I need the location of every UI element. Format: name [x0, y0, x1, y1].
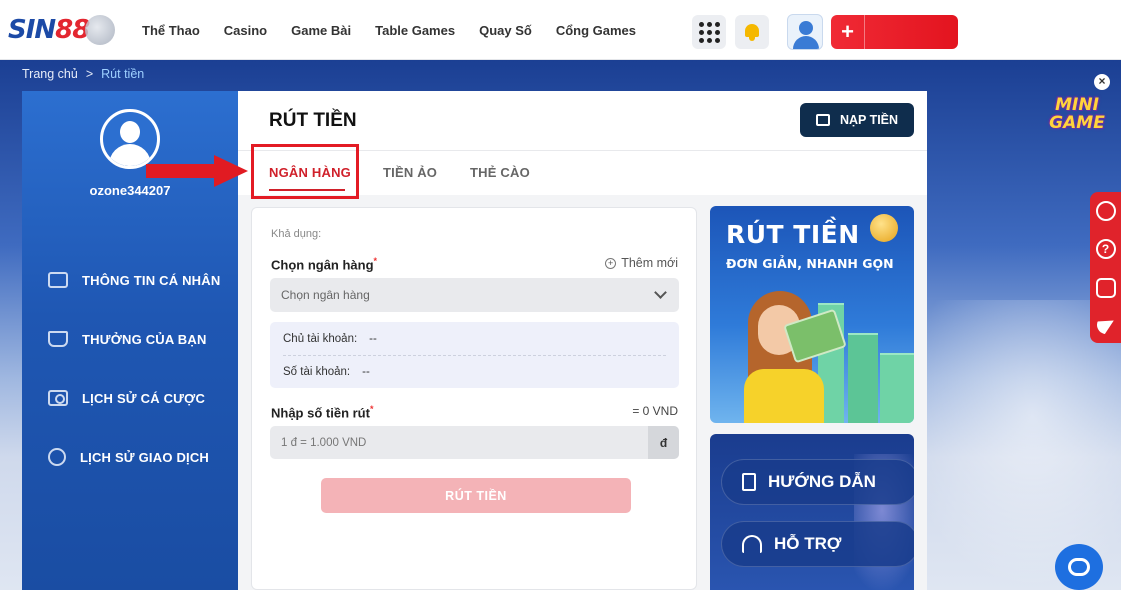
nav-game-bai[interactable]: Game Bài — [291, 23, 351, 38]
sidebar-item-transaction-history[interactable]: LỊCH SỬ GIAO DỊCH — [48, 445, 209, 469]
top-header: SIN88 Thể Thao Casino Game Bài Table Gam… — [0, 0, 1121, 60]
add-circle-icon: + — [605, 257, 617, 269]
history-icon — [48, 448, 66, 466]
chevron-down-icon — [654, 286, 667, 299]
breadcrumb-current: Rút tiền — [101, 67, 145, 81]
nav-the-thao[interactable]: Thể Thao — [142, 23, 200, 38]
gift-icon — [48, 331, 68, 347]
promo-banner[interactable]: RÚT TIỀN ĐƠN GIẢN, NHANH GỌN — [710, 206, 914, 423]
tab-the-cao[interactable]: THẺ CÀO — [470, 165, 530, 180]
quick-actions-bar: ? — [1090, 192, 1121, 343]
headset-icon — [742, 535, 762, 553]
plus-icon: + — [831, 15, 865, 49]
bank-field-label: Chọn ngân hàng* — [271, 256, 378, 273]
account-number-value: -- — [362, 366, 370, 378]
account-holder-row: Chủ tài khoản: -- — [283, 333, 377, 345]
apps-grid-icon — [698, 21, 720, 43]
account-holder-value: -- — [369, 333, 377, 345]
deposit-button[interactable]: NẠP TIỀN — [800, 103, 914, 137]
main-nav: Thể Thao Casino Game Bài Table Games Qua… — [142, 0, 660, 60]
breadcrumb: Trang chủ > Rút tiền — [22, 67, 144, 81]
promo-title: RÚT TIỀN — [726, 220, 860, 249]
amount-placeholder: 1 đ = 1.000 VND — [281, 436, 367, 449]
annotation-arrow-head — [214, 155, 248, 187]
logo-text: SIN88 — [8, 15, 90, 45]
deposit-button-label: NẠP TIỀN — [839, 113, 899, 127]
sidebar-item-profile[interactable]: THÔNG TIN CÁ NHÂN — [48, 268, 220, 292]
support-button[interactable]: HỖ TRỢ — [721, 521, 914, 567]
live-chat-button[interactable] — [1055, 544, 1103, 590]
withdraw-form: Khả dụng: Chọn ngân hàng* + Thêm mới Chọ… — [251, 207, 697, 590]
bank-select-placeholder: Chọn ngân hàng — [281, 288, 370, 302]
coin-bag-icon — [870, 214, 898, 242]
bank-select[interactable]: Chọn ngân hàng — [270, 278, 679, 312]
amount-converted: = 0 VND — [632, 404, 678, 418]
user-avatar-button[interactable] — [787, 14, 823, 50]
help-banner: HƯỚNG DẪN HỖ TRỢ — [710, 434, 914, 590]
promo-subtitle: ĐƠN GIẢN, NHANH GỌN — [726, 256, 894, 271]
annotation-arrow — [146, 164, 216, 178]
available-balance-label: Khả dụng: — [271, 228, 322, 240]
apps-grid-button[interactable] — [692, 15, 726, 49]
add-bank-label: Thêm mới — [621, 256, 678, 270]
cash-icon — [48, 390, 68, 406]
account-number-row: Số tài khoản: -- — [283, 366, 370, 378]
withdraw-panel: RÚT TIỀN NẠP TIỀN NGÂN HÀNG TIỀN ẢO THẺ … — [238, 91, 927, 590]
currency-unit: đ — [648, 426, 679, 459]
minigame-widget[interactable]: × MINI GAME — [1040, 74, 1114, 150]
sidebar-item-rewards[interactable]: THƯỞNG CỦA BẠN — [48, 327, 207, 351]
tab-tien-ao[interactable]: TIỀN ẢO — [383, 165, 437, 180]
wallet-icon — [815, 114, 830, 126]
add-bank-link[interactable]: + Thêm mới — [605, 256, 678, 270]
profile-avatar[interactable] — [100, 109, 160, 169]
header-deposit-button[interactable]: + — [831, 15, 958, 49]
sin88-logo[interactable]: SIN88 — [8, 12, 116, 48]
chat-bubble-icon — [1068, 558, 1090, 576]
user-circle-icon[interactable] — [1095, 201, 1116, 222]
bell-icon — [743, 23, 761, 41]
document-icon — [742, 473, 756, 491]
nav-casino[interactable]: Casino — [224, 23, 267, 38]
amount-field-label: Nhập số tiền rút* — [271, 404, 374, 421]
highlight-box — [251, 144, 359, 199]
close-icon[interactable]: × — [1094, 74, 1110, 90]
question-icon[interactable]: ? — [1095, 239, 1116, 260]
nav-quay-so[interactable]: Quay Số — [479, 23, 532, 38]
chat-icon[interactable] — [1095, 277, 1116, 298]
account-number-label: Số tài khoản: — [283, 366, 351, 378]
nav-cong-games[interactable]: Cổng Games — [556, 23, 636, 38]
account-info-box: Chủ tài khoản: -- Số tài khoản: -- — [270, 322, 679, 388]
amount-input[interactable]: 1 đ = 1.000 VND đ — [270, 426, 679, 459]
tiger-mascot-icon — [85, 15, 116, 45]
user-avatar-icon — [799, 21, 813, 35]
account-holder-label: Chủ tài khoản: — [283, 333, 358, 345]
breadcrumb-home[interactable]: Trang chủ — [22, 67, 78, 81]
page-title: RÚT TIỀN — [269, 110, 357, 131]
minigame-logo: MINI GAME — [1049, 95, 1105, 133]
guide-button[interactable]: HƯỚNG DẪN — [721, 459, 914, 505]
account-separator — [283, 355, 666, 356]
telegram-icon[interactable] — [1093, 312, 1118, 338]
nav-table-games[interactable]: Table Games — [375, 23, 455, 38]
withdraw-submit-button[interactable]: RÚT TIỀN — [321, 478, 631, 513]
user-silhouette-icon — [120, 121, 140, 143]
support-label: HỖ TRỢ — [774, 534, 842, 553]
guide-label: HƯỚNG DẪN — [768, 472, 876, 491]
username: ozone344207 — [89, 183, 171, 198]
sidebar-item-bet-history[interactable]: LỊCH SỬ CÁ CƯỢC — [48, 386, 205, 410]
sidebar-item-label: LỊCH SỬ GIAO DỊCH — [80, 449, 210, 465]
sidebar-item-label: THƯỞNG CỦA BẠN — [82, 331, 207, 347]
sidebar-item-label: LỊCH SỬ CÁ CƯỢC — [82, 390, 206, 406]
sidebar-item-label: THÔNG TIN CÁ NHÂN — [82, 272, 221, 288]
notification-button[interactable] — [735, 15, 769, 49]
profile-card-icon — [48, 272, 68, 288]
breadcrumb-separator: > — [85, 67, 94, 81]
